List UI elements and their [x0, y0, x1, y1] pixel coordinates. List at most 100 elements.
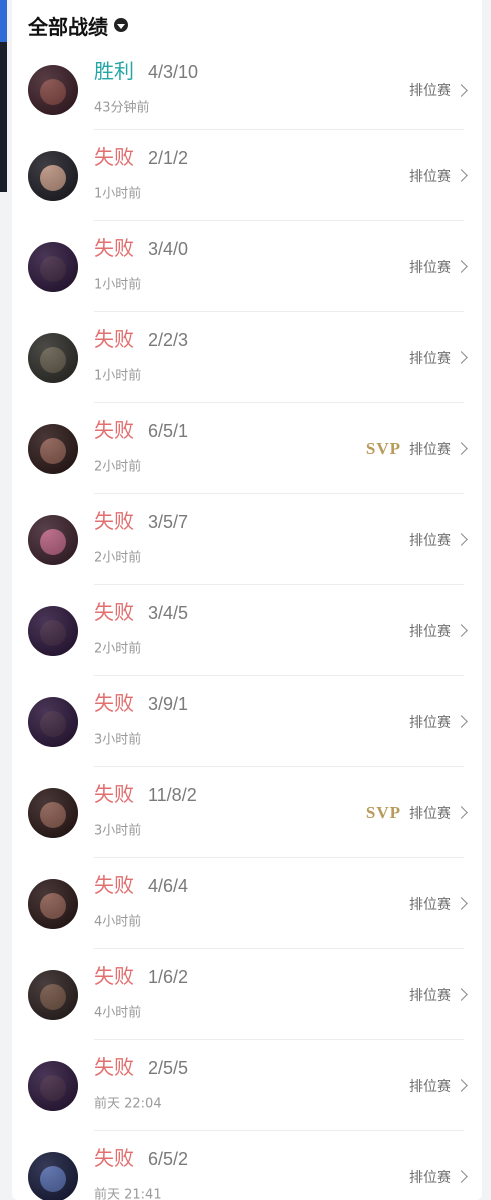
chevron-right-icon[interactable] [455, 1170, 468, 1183]
match-row[interactable]: 失败 11/8/2 3小时前 SVP 排位赛 [12, 767, 482, 858]
match-result: 失败 [94, 1145, 134, 1170]
match-time: 1小时前 [94, 186, 142, 202]
result-line: 失败 3/4/5 [94, 596, 188, 625]
chevron-right-icon[interactable] [455, 988, 468, 1001]
champion-avatar [28, 241, 78, 292]
match-kda: 4/6/4 [148, 875, 189, 896]
match-row[interactable]: 失败 2/1/2 1小时前 排位赛 [12, 130, 482, 221]
match-result: 失败 [94, 508, 134, 533]
match-kda: 2/5/5 [148, 1057, 189, 1078]
match-meta: 排位赛 [409, 166, 468, 186]
match-time: 3小时前 [94, 732, 142, 748]
match-row[interactable]: 失败 3/9/1 3小时前 排位赛 [12, 676, 482, 767]
match-result: 失败 [94, 144, 134, 169]
match-kda: 3/4/0 [148, 238, 189, 259]
match-row[interactable]: 失败 2/5/5 前天 22:04 排位赛 [12, 1040, 482, 1131]
match-time: 2小时前 [94, 459, 142, 475]
match-row[interactable]: 失败 6/5/1 2小时前 SVP 排位赛 [12, 403, 482, 494]
match-meta: 排位赛 [409, 621, 468, 641]
champion-avatar [28, 1060, 78, 1111]
match-meta: 排位赛 [409, 1167, 468, 1187]
chevron-right-icon[interactable] [455, 1079, 468, 1092]
champion-avatar [28, 787, 78, 838]
match-row[interactable]: 失败 4/6/4 4小时前 排位赛 [12, 858, 482, 949]
chevron-right-icon[interactable] [455, 351, 468, 364]
page-title: 全部战绩 [28, 14, 108, 39]
chevron-right-icon[interactable] [455, 83, 468, 97]
match-result: 失败 [94, 963, 134, 988]
match-kda: 11/8/2 [148, 784, 197, 805]
champion-avatar [28, 696, 78, 747]
match-time: 2小时前 [94, 550, 142, 566]
match-row[interactable]: 失败 3/4/0 1小时前 排位赛 [12, 221, 482, 312]
match-time: 4小时前 [94, 1005, 142, 1021]
match-kda: 6/5/1 [148, 420, 189, 441]
match-row[interactable]: 失败 2/2/3 1小时前 排位赛 [12, 312, 482, 403]
result-line: 失败 3/5/7 [94, 505, 188, 534]
champion-avatar [28, 878, 78, 929]
match-row[interactable]: 胜利 4/3/10 43分钟前 排位赛 [12, 50, 482, 130]
match-kda: 4/3/10 [148, 62, 199, 83]
match-mode: 排位赛 [409, 714, 451, 731]
chevron-right-icon[interactable] [455, 533, 468, 546]
match-meta: 排位赛 [409, 712, 468, 732]
match-time: 4小时前 [94, 914, 142, 930]
match-row[interactable]: 失败 3/5/7 2小时前 排位赛 [12, 494, 482, 585]
match-time: 1小时前 [94, 277, 142, 293]
match-meta: 排位赛 [409, 1076, 468, 1096]
match-mode: 排位赛 [409, 987, 451, 1004]
match-row[interactable]: 失败 3/4/5 2小时前 排位赛 [12, 585, 482, 676]
match-result: 失败 [94, 1054, 134, 1079]
result-line: 失败 11/8/2 [94, 778, 197, 807]
left-edge-shadow [0, 42, 7, 192]
result-line: 失败 2/1/2 [94, 141, 188, 170]
match-kda: 2/2/3 [148, 329, 189, 350]
match-result: 失败 [94, 690, 134, 715]
match-mode: 排位赛 [409, 350, 451, 367]
match-mode: 排位赛 [409, 896, 451, 913]
champion-avatar [28, 150, 78, 201]
result-line: 失败 4/6/4 [94, 869, 188, 898]
chevron-right-icon[interactable] [455, 897, 468, 910]
champion-avatar [28, 1151, 78, 1200]
champion-avatar [28, 605, 78, 656]
chevron-right-icon[interactable] [455, 260, 468, 273]
chevron-right-icon[interactable] [455, 806, 468, 819]
match-kda: 3/5/7 [148, 511, 189, 532]
result-line: 失败 3/9/1 [94, 687, 188, 716]
match-meta: 排位赛 [409, 80, 468, 100]
champion-avatar [28, 423, 78, 474]
match-meta: 排位赛 [409, 257, 468, 277]
match-kda: 3/4/5 [148, 602, 189, 623]
champion-avatar [28, 514, 78, 565]
chevron-right-icon[interactable] [455, 169, 468, 182]
match-kda: 1/6/2 [148, 966, 189, 987]
match-meta: 排位赛 [409, 530, 468, 550]
match-kda: 2/1/2 [148, 147, 189, 168]
match-row[interactable]: 失败 1/6/2 4小时前 排位赛 [12, 949, 482, 1040]
match-mode: 排位赛 [409, 441, 451, 458]
match-row[interactable]: 失败 6/5/2 前天 21:41 排位赛 [12, 1131, 482, 1200]
chevron-right-icon[interactable] [455, 442, 468, 455]
match-mode: 排位赛 [409, 1169, 451, 1186]
result-line: 失败 3/4/0 [94, 232, 188, 261]
match-time: 1小时前 [94, 368, 142, 384]
match-result: 失败 [94, 599, 134, 624]
chevron-right-icon[interactable] [455, 624, 468, 637]
match-list: 胜利 4/3/10 43分钟前 排位赛 失败 2/1/2 1小时前 排位赛 失败… [12, 50, 482, 1200]
dropdown-caret-icon[interactable] [114, 18, 128, 32]
match-mode: 排位赛 [409, 259, 451, 276]
chevron-right-icon[interactable] [455, 715, 468, 728]
match-mode: 排位赛 [409, 1078, 451, 1095]
match-meta: 排位赛 [409, 985, 468, 1005]
result-line: 失败 1/6/2 [94, 960, 188, 989]
champion-avatar [28, 332, 78, 383]
match-meta: SVP 排位赛 [365, 438, 468, 459]
match-history-header[interactable]: 全部战绩 [12, 0, 482, 50]
match-result: 失败 [94, 235, 134, 260]
result-line: 失败 2/2/3 [94, 323, 188, 352]
match-meta: SVP 排位赛 [366, 803, 468, 823]
left-edge-accent [0, 0, 7, 42]
svp-badge: SVP [365, 438, 401, 458]
champion-avatar [28, 65, 78, 115]
